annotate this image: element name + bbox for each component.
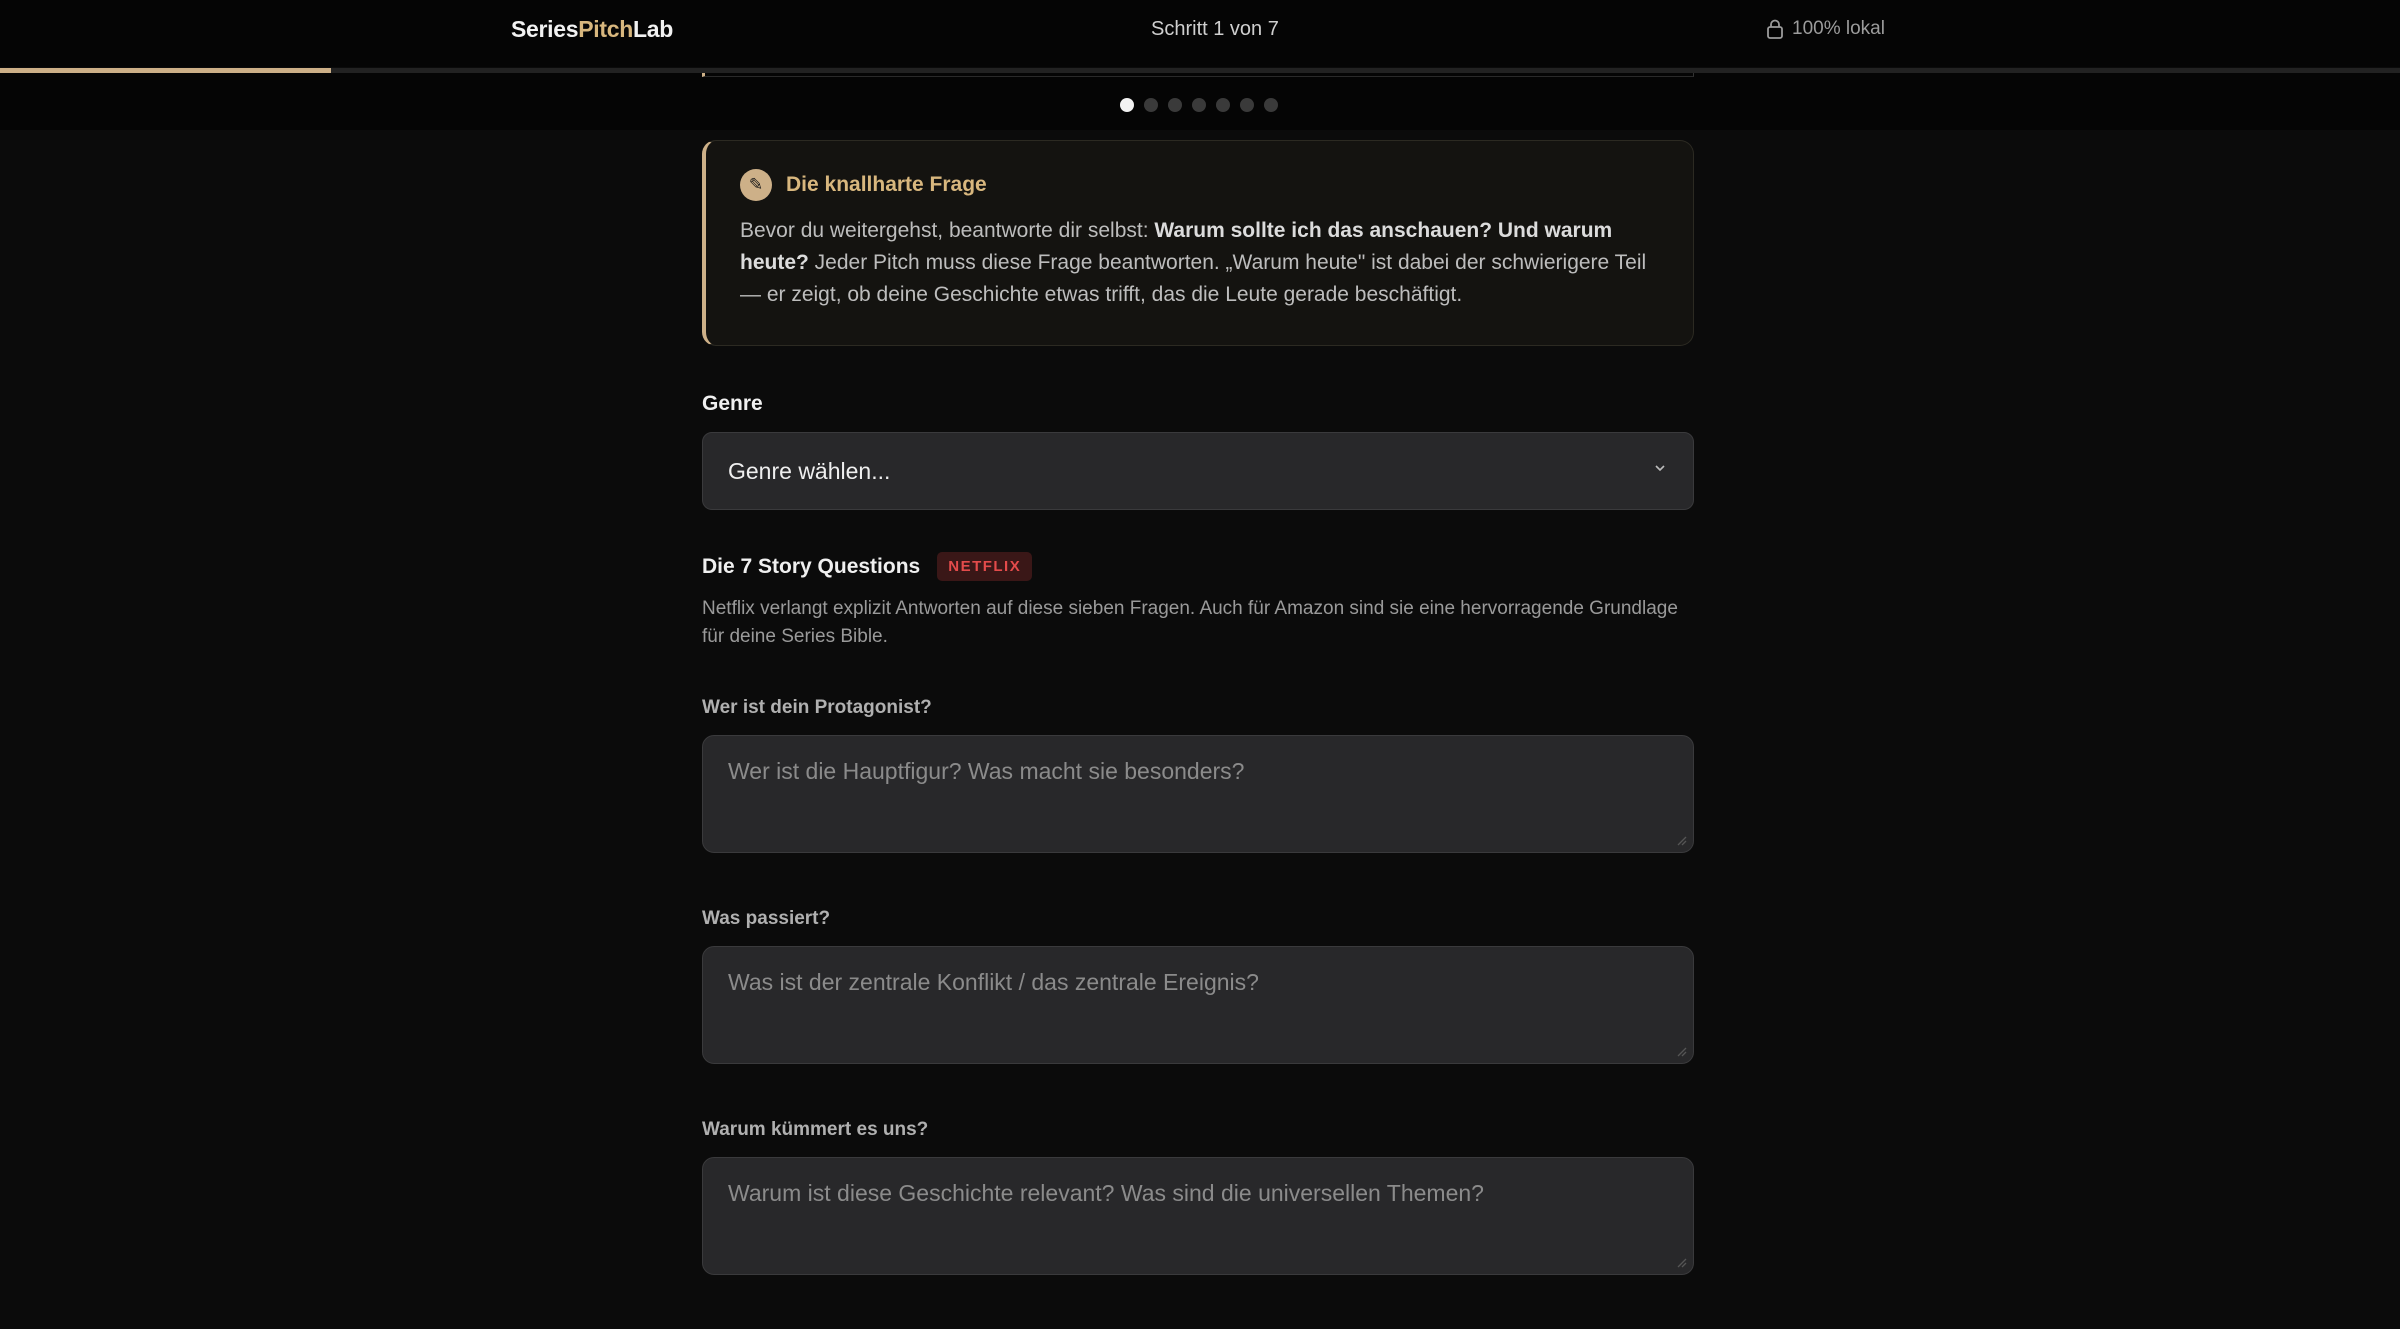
genre-selected-value: Genre wählen... [728,457,891,484]
step-dot-5[interactable] [1216,98,1230,112]
step-indicator: Schritt 1 von 7 [1151,18,1279,40]
question-protagonist-placeholder: Wer ist die Hauptfigur? Was macht sie be… [728,758,1245,784]
local-status: 100% lokal [1766,18,1885,40]
question-what-happens-label: Was passiert? [702,908,831,929]
question-protagonist-label: Wer ist dein Protagonist? [702,697,932,718]
step-dot-7[interactable] [1264,98,1278,112]
story-questions-title: Die 7 Story Questions [702,554,921,578]
question-why-care-label: Warum kümmert es uns? [702,1119,929,1140]
step-dots [1120,98,1278,112]
main-content: ✎ Die knallharte Frage Bevor du weiterge… [702,140,1694,1275]
step-dot-4[interactable] [1192,98,1206,112]
tough-question-callout: ✎ Die knallharte Frage Bevor du weiterge… [702,140,1694,346]
brand-text-lab: Lab [633,16,673,42]
question-why-care-placeholder: Warum ist diese Geschichte relevant? Was… [728,1180,1484,1206]
netflix-badge: NETFLIX [937,552,1033,581]
brand-logo[interactable]: SeriesPitchLab [511,16,673,43]
pencil-icon: ✎ [740,169,772,201]
chevron-down-icon [1655,465,1665,472]
callout-text-intro: Bevor du weitergehst, beantworte dir sel… [740,219,1155,242]
step-dot-3[interactable] [1168,98,1182,112]
genre-label: Genre [702,392,763,415]
lock-icon [1767,19,1783,39]
local-status-label: 100% lokal [1792,18,1885,39]
resize-handle-icon[interactable] [1675,834,1687,846]
resize-handle-icon[interactable] [1675,1256,1687,1268]
genre-select[interactable]: Genre wählen... [702,432,1694,510]
question-what-happens-placeholder: Was ist der zentrale Konflikt / das zent… [728,969,1259,995]
callout-text: Bevor du weitergehst, beantworte dir sel… [740,215,1659,311]
question-why-care-input[interactable]: Warum ist diese Geschichte relevant? Was… [702,1157,1694,1275]
story-questions-description: Netflix verlangt explizit Antworten auf … [702,598,1678,647]
brand-text-pitch: Pitch [578,16,633,42]
question-protagonist-input[interactable]: Wer ist die Hauptfigur? Was macht sie be… [702,735,1694,853]
story-questions-header: Die 7 Story Questions NETFLIX [702,552,1033,581]
step-navigation [0,73,2400,130]
question-what-happens-input[interactable]: Was ist der zentrale Konflikt / das zent… [702,946,1694,1064]
top-bar: SeriesPitchLab Schritt 1 von 7 100% loka… [0,0,2400,67]
previous-section-edge [702,73,1694,77]
callout-title: Die knallharte Frage [786,173,987,196]
callout-text-rest: Jeder Pitch muss diese Frage beantworten… [740,251,1647,306]
brand-text-series: Series [511,16,579,42]
step-dot-1[interactable] [1120,98,1134,112]
step-dot-2[interactable] [1144,98,1158,112]
resize-handle-icon[interactable] [1675,1045,1687,1057]
step-dot-6[interactable] [1240,98,1254,112]
